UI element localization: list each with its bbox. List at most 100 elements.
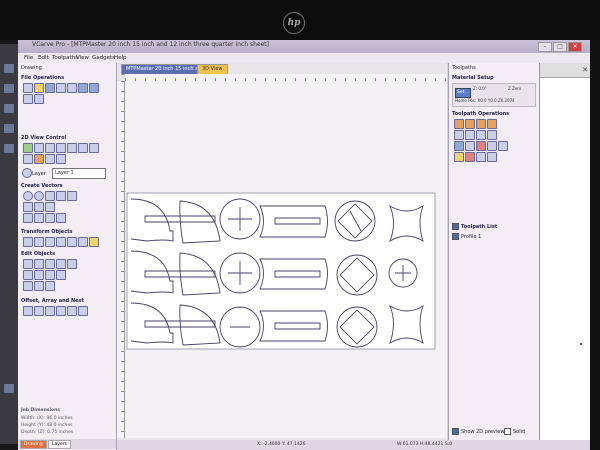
fillet-icon[interactable] [56,213,66,223]
timer-icon[interactable] [465,152,475,162]
open-file-icon[interactable] [34,83,44,93]
vertical-ruler[interactable] [117,81,125,438]
profile-checkbox[interactable] [452,233,459,240]
template-icon[interactable] [487,141,497,151]
weld-icon[interactable] [34,259,44,269]
merge-icon[interactable] [487,152,497,162]
show-2d-checkbox[interactable] [452,428,459,435]
desktop-app-icon[interactable] [4,144,14,153]
fill-icon[interactable] [78,306,88,316]
view-3d-icon[interactable] [56,154,66,164]
curve-icon[interactable] [45,202,55,212]
text-on-curve-icon[interactable] [34,213,44,223]
join-icon[interactable] [23,270,33,280]
zoom-box-icon[interactable] [45,143,55,153]
group-icon[interactable] [45,270,55,280]
drawing-canvas[interactable] [125,81,447,438]
array-icon[interactable] [34,306,44,316]
select-icon[interactable] [23,143,33,153]
edit-toolpath-icon[interactable] [465,141,475,151]
desktop-app-icon[interactable] [4,384,14,393]
subtract-icon[interactable] [45,259,55,269]
smooth-icon[interactable] [23,281,33,291]
snap-icon[interactable] [89,143,99,153]
pocket-toolpath-icon[interactable] [465,119,475,129]
zoom-icon[interactable] [34,143,44,153]
summary-icon[interactable] [498,141,508,151]
tab-drawing[interactable]: Drawing [20,440,47,449]
grid-icon[interactable] [78,143,88,153]
dimension-icon[interactable] [45,213,55,223]
layer-dropdown[interactable]: Layer 1 [52,168,106,179]
polygon-icon[interactable] [56,191,66,201]
intersect-icon[interactable] [56,259,66,269]
trim-icon[interactable] [67,259,77,269]
offset-icon[interactable] [23,306,33,316]
circle-icon[interactable] [23,191,33,201]
ungroup-icon[interactable] [56,270,66,280]
redo-icon[interactable] [89,83,99,93]
star-icon[interactable] [67,191,77,201]
arc-icon[interactable] [34,202,44,212]
print-icon[interactable] [34,94,44,104]
maximize-button[interactable]: □ [553,42,567,52]
desktop-app-icon[interactable] [4,64,14,73]
close-icon[interactable]: ✕ [582,66,588,74]
copy-along-icon[interactable] [56,306,66,316]
undo-icon[interactable] [78,83,88,93]
menu-file[interactable]: File [24,55,33,61]
tool-database-icon[interactable] [476,152,486,162]
profile-toolpath-icon[interactable] [454,119,464,129]
rectangle-icon[interactable] [45,191,55,201]
pan-icon[interactable] [56,143,66,153]
toolpath-list-checkbox[interactable] [452,223,459,230]
menu-gadgets[interactable]: Gadgets [92,55,115,61]
desktop-app-icon[interactable] [4,104,14,113]
tab-layers[interactable]: Layers [48,440,71,449]
desktop-app-icon[interactable] [4,84,14,93]
minimize-button[interactable]: – [538,42,552,52]
menu-view[interactable]: View [76,55,89,61]
node-edit-icon[interactable] [23,259,33,269]
close-button[interactable]: ✕ [568,42,582,52]
preview-icon[interactable] [454,141,464,151]
import-icon[interactable] [56,83,66,93]
desktop-app-icon[interactable] [4,124,14,133]
menu-edit[interactable]: Edit [38,55,49,61]
solid-option[interactable]: Solid [504,428,525,435]
quick-engrave-icon[interactable] [487,130,497,140]
new-file-icon[interactable] [23,83,33,93]
polyline-icon[interactable] [23,202,33,212]
job-setup-icon[interactable] [23,94,33,104]
inlay-icon[interactable] [454,130,464,140]
solid-checkbox[interactable] [504,428,511,435]
align-icon[interactable] [34,237,44,247]
extend-icon[interactable] [34,281,44,291]
drill-toolpath-icon[interactable] [476,119,486,129]
scissors-icon[interactable] [45,281,55,291]
toolpath-item[interactable]: Profile 1 [452,233,481,240]
export-icon[interactable] [67,83,77,93]
distort-icon[interactable] [78,237,88,247]
text-icon[interactable] [23,213,33,223]
close-vector-icon[interactable] [34,270,44,280]
save-icon[interactable] [45,83,55,93]
vcarve-toolpath-icon[interactable] [487,119,497,129]
move-icon[interactable] [23,237,33,247]
color-icon[interactable] [34,154,44,164]
center-icon[interactable] [89,237,99,247]
material-set-button[interactable]: Set... [455,88,471,98]
rotate-icon[interactable] [56,237,66,247]
delete-toolpath-icon[interactable] [476,141,486,151]
circular-array-icon[interactable] [45,306,55,316]
save-toolpath-icon[interactable] [454,152,464,162]
vector-drawing[interactable] [125,81,447,438]
measure-icon[interactable] [23,154,33,164]
ellipse-icon[interactable] [34,191,44,201]
fluting-icon[interactable] [465,130,475,140]
menu-help[interactable]: Help [114,55,127,61]
texture-icon[interactable] [476,130,486,140]
layers-icon[interactable] [45,154,55,164]
nest-icon[interactable] [67,306,77,316]
zoom-all-icon[interactable] [67,143,77,153]
